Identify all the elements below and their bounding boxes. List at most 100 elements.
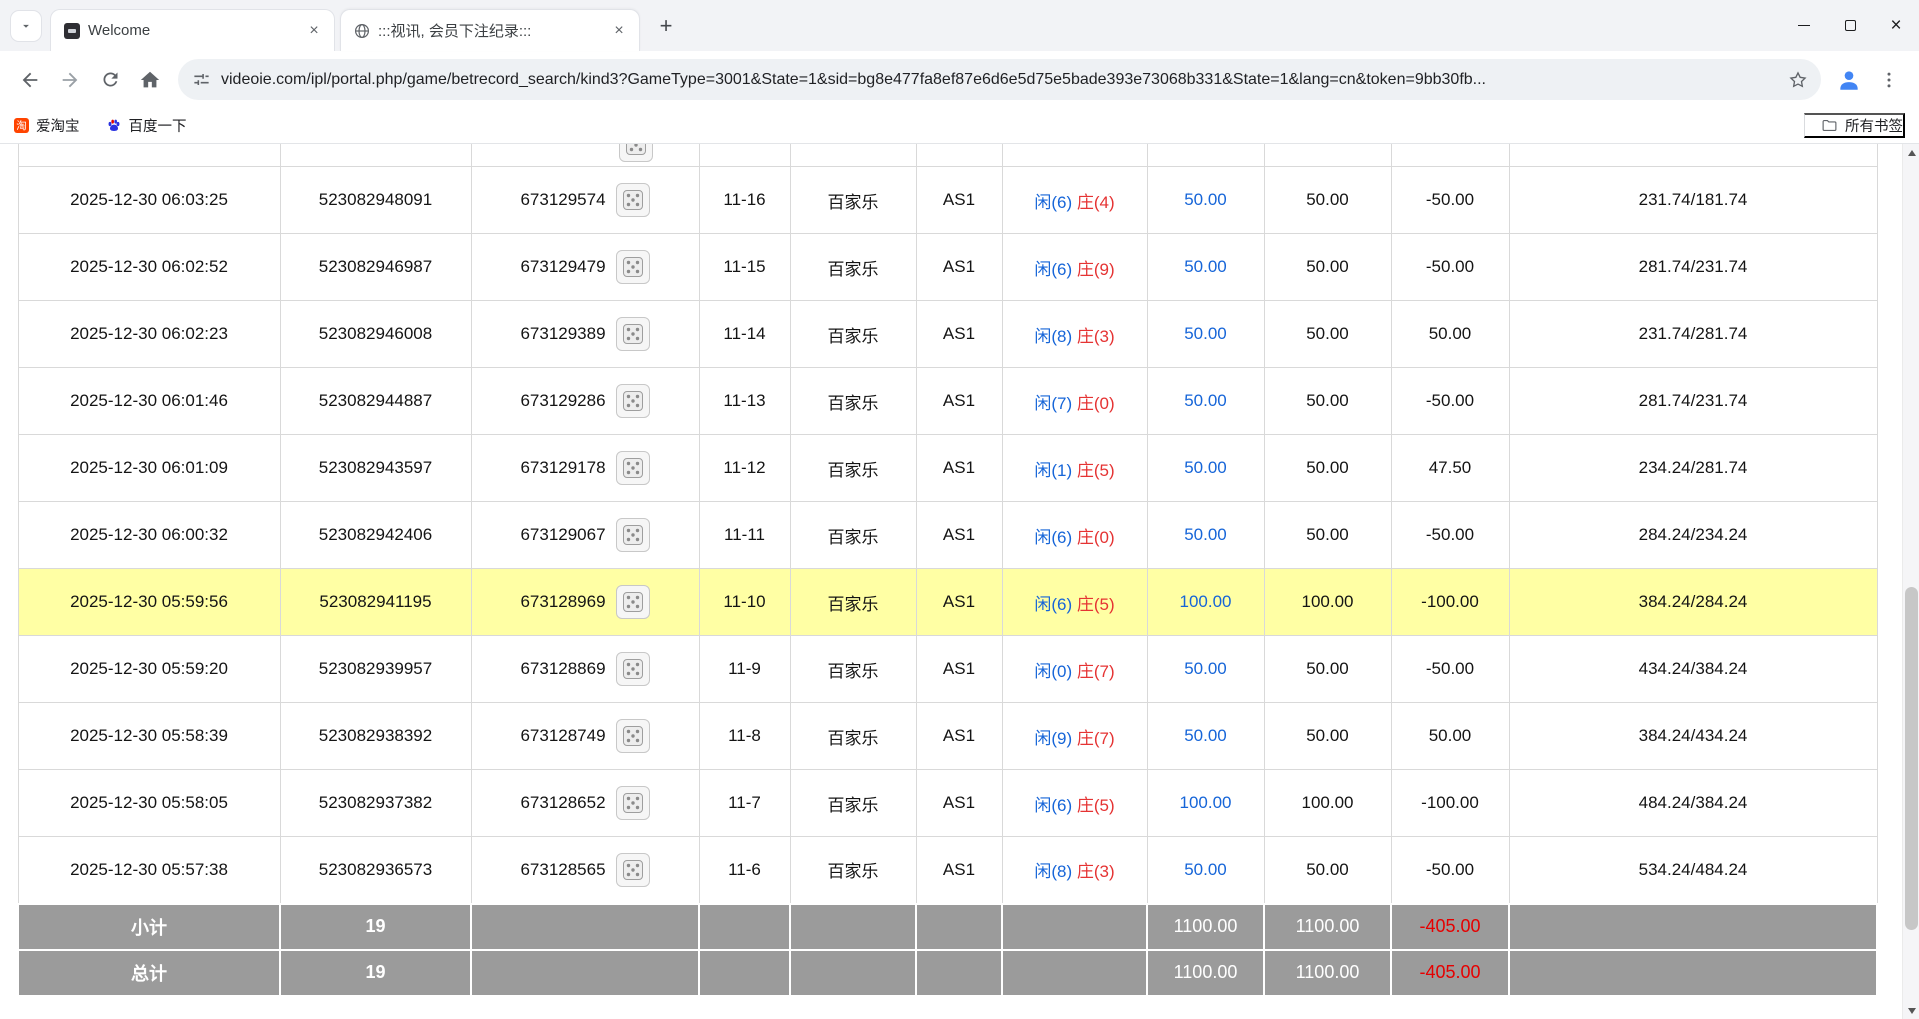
game-result-button[interactable] — [619, 144, 653, 162]
cell-order-id: 523082941195 — [280, 569, 471, 636]
game-result-button[interactable] — [616, 585, 650, 619]
address-bar[interactable]: videoie.com/ipl/portal.php/game/betrecor… — [178, 59, 1821, 100]
dice-icon — [621, 456, 645, 480]
url-text: videoie.com/ipl/portal.php/game/betrecor… — [221, 71, 1781, 89]
game-result-button[interactable] — [616, 317, 650, 351]
bet-amount-link[interactable]: 100.00 — [1180, 793, 1232, 812]
player-result: 闲(6) — [1034, 796, 1072, 815]
game-id-text: 673128969 — [520, 592, 605, 612]
bet-amount-link[interactable]: 50.00 — [1184, 458, 1227, 477]
cell-bet-amount: 50.00 — [1147, 301, 1264, 368]
subtotal-row: 小计 19 1100.00 1100.00 -405.00 — [18, 904, 1877, 950]
forward-arrow-icon — [59, 69, 81, 91]
game-result-button[interactable] — [616, 786, 650, 820]
bet-amount-link[interactable]: 50.00 — [1184, 257, 1227, 276]
game-id-text: 673128749 — [520, 726, 605, 746]
cell-valid-amount: 50.00 — [1264, 502, 1391, 569]
cell-order-id: 523082948091 — [280, 167, 471, 234]
total-valid: 1100.00 — [1264, 950, 1391, 996]
cell-balance: 284.24/234.24 — [1509, 502, 1877, 569]
tab-bet-records[interactable]: :::视讯, 会员下注纪录::: × — [340, 9, 640, 51]
cell-balance: 384.24/284.24 — [1509, 569, 1877, 636]
cell-order-id: 523082946008 — [280, 301, 471, 368]
cell-bet-amount: 50.00 — [1147, 167, 1264, 234]
game-result-button[interactable] — [616, 652, 650, 686]
back-arrow-icon — [19, 69, 41, 91]
cell-bet-amount: 50.00 — [1147, 234, 1264, 301]
bet-amount-link[interactable]: 50.00 — [1184, 525, 1227, 544]
scroll-down-button[interactable] — [1903, 1002, 1919, 1019]
back-button[interactable] — [10, 60, 50, 100]
table-row: 2025-12-30 06:01:46 523082944887 6731292… — [18, 368, 1877, 435]
game-result-button[interactable] — [616, 250, 650, 284]
dice-icon — [621, 724, 645, 748]
cell-bet-amount: 50.00 — [1147, 636, 1264, 703]
cell-table: AS1 — [916, 435, 1002, 502]
cell-round: 11-11 — [699, 502, 790, 569]
cell-valid-amount: 50.00 — [1264, 636, 1391, 703]
new-tab-button[interactable]: + — [651, 11, 681, 41]
cell-bet-amount: 100.00 — [1147, 770, 1264, 837]
vertical-scrollbar[interactable] — [1902, 144, 1919, 1019]
home-button[interactable] — [130, 60, 170, 100]
forward-button[interactable] — [50, 60, 90, 100]
bet-amount-link[interactable]: 50.00 — [1184, 324, 1227, 343]
cell-balance: 434.24/384.24 — [1509, 636, 1877, 703]
cell-bet-time: 2025-12-30 06:02:23 — [18, 301, 280, 368]
player-result: 闲(6) — [1034, 528, 1072, 547]
tab-welcome[interactable]: Welcome × — [50, 9, 335, 51]
game-result-button[interactable] — [616, 451, 650, 485]
bet-amount-link[interactable]: 50.00 — [1184, 860, 1227, 879]
cell-bet-time: 2025-12-30 06:01:46 — [18, 368, 280, 435]
bet-amount-link[interactable]: 50.00 — [1184, 190, 1227, 209]
game-result-button[interactable] — [616, 183, 650, 217]
table-row: 2025-12-30 06:02:52 523082946987 6731294… — [18, 234, 1877, 301]
cell-order-id: 523082937382 — [280, 770, 471, 837]
tab-search-button[interactable] — [10, 10, 42, 42]
player-result: 闲(8) — [1034, 327, 1072, 346]
total-label: 总计 — [18, 950, 280, 996]
cell-round: 11-6 — [699, 837, 790, 904]
bet-amount-link[interactable]: 50.00 — [1184, 659, 1227, 678]
banker-result: 庄(7) — [1077, 729, 1115, 748]
maximize-button[interactable] — [1827, 6, 1873, 46]
cell-winloss: -50.00 — [1391, 167, 1509, 234]
cell-valid-amount: 50.00 — [1264, 368, 1391, 435]
bookmark-aitaobao[interactable]: 淘 爱淘宝 — [14, 115, 80, 136]
bookmark-star-button[interactable] — [1781, 63, 1815, 97]
bet-amount-link[interactable]: 50.00 — [1184, 726, 1227, 745]
bet-amount-link[interactable]: 50.00 — [1184, 391, 1227, 410]
cell-balance: 231.74/281.74 — [1509, 301, 1877, 368]
all-bookmarks-label: 所有书签 — [1845, 115, 1903, 136]
game-result-button[interactable] — [616, 853, 650, 887]
table-row: 2025-12-30 05:59:56 523082941195 6731289… — [18, 569, 1877, 636]
cell-result: 闲(7) 庄(0) — [1002, 368, 1147, 435]
menu-kebab-button[interactable] — [1869, 60, 1909, 100]
bookmark-label: 爱淘宝 — [36, 115, 80, 136]
close-button[interactable]: × — [1873, 6, 1919, 46]
cell-result: 闲(9) 庄(7) — [1002, 703, 1147, 770]
cell-round: 11-15 — [699, 234, 790, 301]
total-winloss: -405.00 — [1391, 950, 1509, 996]
dice-icon — [621, 255, 645, 279]
cell-bet-time: 2025-12-30 05:58:05 — [18, 770, 280, 837]
bookmark-baidu[interactable]: 百度一下 — [106, 115, 187, 136]
scroll-up-button[interactable] — [1903, 144, 1919, 161]
subtotal-bet: 1100.00 — [1147, 904, 1264, 950]
tab-close-icon[interactable]: × — [609, 21, 629, 41]
minimize-button[interactable] — [1781, 6, 1827, 46]
bet-amount-link[interactable]: 100.00 — [1180, 592, 1232, 611]
tab-close-icon[interactable]: × — [304, 21, 324, 41]
game-result-button[interactable] — [616, 518, 650, 552]
bookmark-label: 百度一下 — [129, 115, 187, 136]
profile-button[interactable] — [1829, 60, 1869, 100]
dice-icon — [621, 590, 645, 614]
all-bookmarks-button[interactable]: 所有书签 — [1804, 113, 1905, 138]
cell-bet-time: 2025-12-30 06:03:25 — [18, 167, 280, 234]
cell-table: AS1 — [916, 569, 1002, 636]
refresh-button[interactable] — [90, 60, 130, 100]
game-result-button[interactable] — [616, 719, 650, 753]
game-result-button[interactable] — [616, 384, 650, 418]
scrollbar-thumb[interactable] — [1905, 587, 1918, 930]
table-body: 2025-12-30 06:03:25 523082948091 6731295… — [18, 144, 1877, 996]
